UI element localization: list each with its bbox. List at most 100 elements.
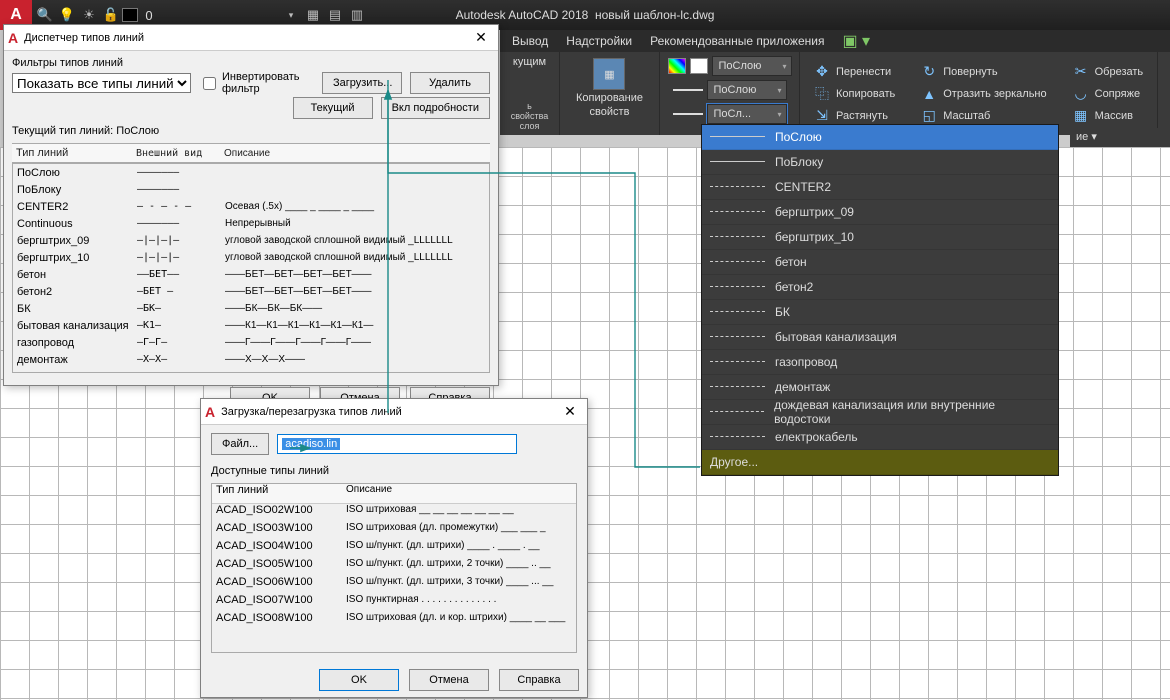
scale-icon: ◱ <box>921 108 937 124</box>
col-name[interactable]: Тип линий <box>12 147 136 159</box>
panel-fragment: кущим <box>513 56 546 68</box>
qat-bulb-icon[interactable]: 💡 <box>56 4 78 26</box>
flyout-item-label: БК <box>775 305 790 319</box>
copy-properties-button[interactable]: ▦ Копирование свойств <box>574 56 645 120</box>
qat-search-icon[interactable]: 🔍 <box>34 4 56 26</box>
table-row[interactable]: ACAD_ISO07W100ISO пунктирная . . . . . .… <box>212 594 576 612</box>
file-input[interactable]: acadiso.lin <box>277 434 517 454</box>
filters-label: Фильтры типов линий <box>12 57 490 69</box>
delete-button[interactable]: Удалить <box>410 72 490 94</box>
menu-item[interactable]: Вывод <box>512 34 548 48</box>
table-row[interactable]: бергштрих_10—|—|—|—угловой заводской спл… <box>13 249 489 266</box>
lineweight-preview <box>673 89 703 91</box>
invert-checkbox[interactable]: Инвертировать фильтр <box>199 71 306 95</box>
linetype-list[interactable]: ПоСлою———————ПоБлоку———————CENTER2— - — … <box>12 163 490 373</box>
help-button[interactable]: Справка <box>499 669 579 691</box>
flyout-item[interactable]: бетон2 <box>702 275 1058 300</box>
dialog-titlebar[interactable]: A Диспетчер типов линий ✕ <box>4 25 498 51</box>
qat-btn-2[interactable]: ▤ <box>324 4 346 26</box>
details-button[interactable]: Вкл подробности <box>381 97 490 119</box>
qat-lock-icon[interactable]: 🔓 <box>100 4 122 26</box>
qat-layer-name[interactable]: 0 <box>138 4 160 26</box>
load-button[interactable]: Загрузить... <box>322 72 402 94</box>
ribbon-panel-copyprops: ▦ Копирование свойств <box>560 52 660 135</box>
menu-item[interactable]: Надстройки <box>566 34 632 48</box>
table-row[interactable]: газопровод—Г—Г———Г——Г——Г——Г——Г—— <box>13 334 489 351</box>
flyout-item-label: демонтаж <box>775 380 830 394</box>
flyout-item[interactable]: CENTER2 <box>702 175 1058 200</box>
table-row[interactable]: БК—БК———БК—БК—БК—— <box>13 300 489 317</box>
array-button[interactable]: ▦Массив <box>1069 107 1148 125</box>
col-appearance[interactable]: Внешний вид <box>136 148 224 159</box>
col-description[interactable]: Описание <box>342 484 576 503</box>
table-row[interactable]: демонтаж—X—X———X—X—X—— <box>13 351 489 368</box>
cancel-button[interactable]: Отмена <box>409 669 489 691</box>
file-button[interactable]: Файл... <box>211 433 269 455</box>
flyout-item[interactable]: дождевая канализация или внутренние водо… <box>702 400 1058 425</box>
table-row[interactable]: Continuous———————Непрерывный <box>13 215 489 232</box>
filter-select[interactable]: Показать все типы линий <box>12 73 191 93</box>
col-description[interactable]: Описание <box>224 148 490 159</box>
menubar: Вывод Надстройки Рекомендованные приложе… <box>500 30 1170 52</box>
flyout-item[interactable]: бергштрих_10 <box>702 225 1058 250</box>
move-button[interactable]: ✥Перенести <box>810 63 899 81</box>
rotate-button[interactable]: ↻Повернуть <box>917 63 1050 81</box>
color-gradient-icon[interactable] <box>668 58 686 74</box>
fillet-button[interactable]: ◡Сопряже <box>1069 85 1148 103</box>
table-row[interactable]: ACAD_ISO02W100ISO штриховая __ __ __ __ … <box>212 504 576 522</box>
available-list[interactable]: Тип линий Описание ACAD_ISO02W100ISO штр… <box>211 483 577 653</box>
table-row[interactable]: ACAD_ISO06W100ISO ш/пункт. (дл. штрихи, … <box>212 576 576 594</box>
dialog-titlebar[interactable]: A Загрузка/перезагрузка типов линий ✕ <box>201 399 587 425</box>
table-row[interactable]: ПоСлою——————— <box>13 164 489 181</box>
flyout-item[interactable]: ПоБлоку <box>702 150 1058 175</box>
flyout-item[interactable]: БК <box>702 300 1058 325</box>
table-row[interactable]: бетон2—БЕТ ———БЕТ—БЕТ—БЕТ—БЕТ—— <box>13 283 489 300</box>
close-button[interactable]: ✕ <box>553 401 587 423</box>
flyout-item[interactable]: демонтаж <box>702 375 1058 400</box>
mirror-button[interactable]: ▲Отразить зеркально <box>917 85 1050 103</box>
table-row[interactable]: CENTER2— - — - —Осевая (.5x) ____ _ ____… <box>13 198 489 215</box>
scale-button[interactable]: ◱Масштаб <box>917 107 1050 125</box>
col-name[interactable]: Тип линий <box>212 484 342 503</box>
ribbon-overflow-tab[interactable]: ие ▾ <box>1070 128 1170 147</box>
stretch-button[interactable]: ⇲Растянуть <box>810 107 899 125</box>
linetype-combo[interactable]: ПоСл...▾ <box>707 104 787 124</box>
sample-icon <box>710 311 765 313</box>
linetype-preview <box>673 113 703 115</box>
lineweight-combo[interactable]: ПоСлою▾ <box>707 80 787 100</box>
table-row[interactable]: ACAD_ISO05W100ISO ш/пункт. (дл. штрихи, … <box>212 558 576 576</box>
flyout-other[interactable]: Другое... <box>702 450 1058 475</box>
flyout-item[interactable]: бытовая канализация <box>702 325 1058 350</box>
table-row[interactable]: ACAD_ISO03W100ISO штриховая (дл. промежу… <box>212 522 576 540</box>
autocad-logo-icon: A <box>8 30 18 46</box>
flyout-item[interactable]: газопровод <box>702 350 1058 375</box>
flyout-item-label: дождевая канализация или внутренние водо… <box>774 398 1050 426</box>
flyout-item[interactable]: ПоСлою <box>702 125 1058 150</box>
table-row[interactable]: бетон——БЕТ————БЕТ—БЕТ—БЕТ—БЕТ—— <box>13 266 489 283</box>
table-row[interactable]: бытовая канализация—К1———К1—К1—К1—К1—К1—… <box>13 317 489 334</box>
qat-layer-swatch[interactable] <box>122 8 138 22</box>
color-swatch[interactable] <box>690 58 708 74</box>
table-row[interactable]: бергштрих_09—|—|—|—угловой заводской спл… <box>13 232 489 249</box>
qat-sun-icon[interactable]: ☀ <box>78 4 100 26</box>
ok-button[interactable]: OK <box>319 669 399 691</box>
copy-button[interactable]: ⿻Копировать <box>810 85 899 103</box>
close-button[interactable]: ✕ <box>464 27 498 49</box>
table-row[interactable]: ACAD_ISO08W100ISO штриховая (дл. и кор. … <box>212 612 576 630</box>
menu-bullet-icon[interactable]: ▣ ▾ <box>842 31 870 51</box>
table-row[interactable]: ACAD_ISO04W100ISO ш/пункт. (дл. штрихи) … <box>212 540 576 558</box>
current-button[interactable]: Текущий <box>293 97 373 119</box>
qat-chevron-down-icon[interactable]: ▾ <box>280 4 302 26</box>
table-row[interactable]: ПоБлоку——————— <box>13 181 489 198</box>
qat-btn-1[interactable]: ▦ <box>302 4 324 26</box>
flyout-item-label: CENTER2 <box>775 180 831 194</box>
flyout-item[interactable]: бергштрих_09 <box>702 200 1058 225</box>
qat-btn-3[interactable]: ▥ <box>346 4 368 26</box>
color-combo[interactable]: ПоСлою▾ <box>712 56 792 76</box>
sample-icon <box>710 361 765 363</box>
available-header: Тип линий Описание <box>212 484 576 504</box>
menu-item[interactable]: Рекомендованные приложения <box>650 34 824 48</box>
flyout-item[interactable]: бетон <box>702 250 1058 275</box>
trim-button[interactable]: ✂Обрезать <box>1069 63 1148 81</box>
flyout-item[interactable]: електрокабель <box>702 425 1058 450</box>
